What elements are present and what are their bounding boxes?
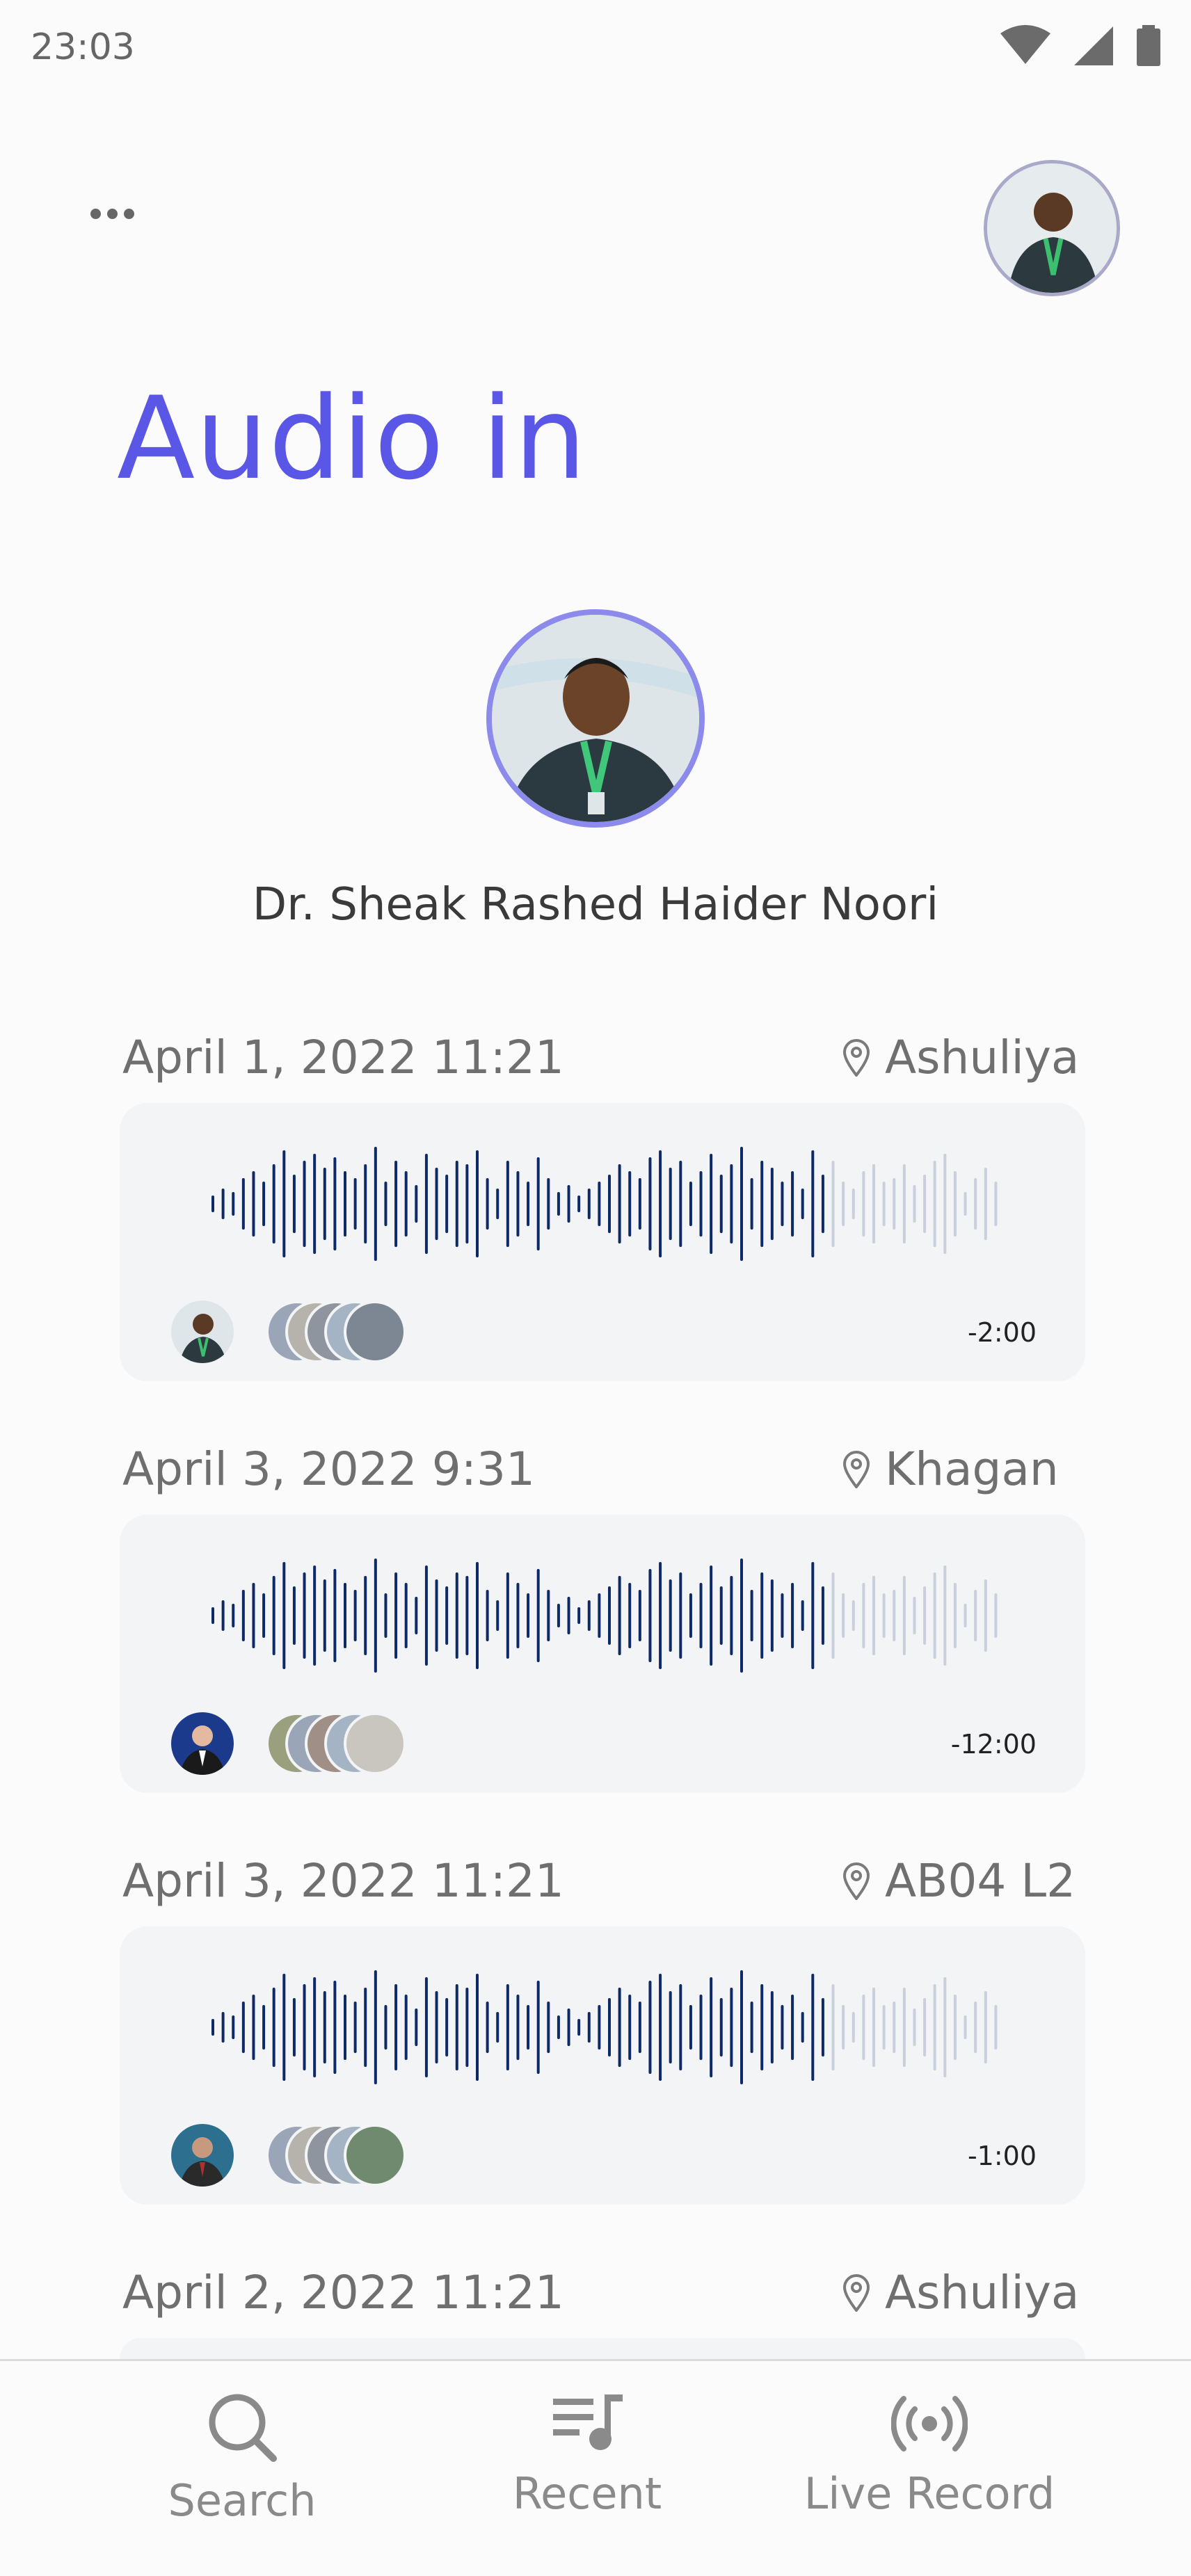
more-options-button[interactable] (90, 209, 134, 219)
nav-recent-label: Recent (512, 2468, 662, 2519)
user-avatar[interactable] (984, 160, 1120, 296)
speaker-avatar (171, 1712, 234, 1775)
audio-card[interactable]: -12:00 (120, 1515, 1085, 1793)
speaker-avatar (171, 1301, 234, 1363)
location-pin-icon (843, 1038, 870, 1077)
location-pin-icon (843, 2273, 870, 2312)
duration-remaining: -12:00 (950, 1729, 1037, 1760)
audio-card[interactable]: -2:00 (120, 1103, 1085, 1381)
participants-group (266, 1712, 406, 1775)
speaker-avatar (171, 2124, 234, 2187)
status-icons (999, 25, 1162, 67)
audio-waveform[interactable] (210, 1145, 1003, 1263)
profile-name: Dr. Sheak Rashed Haider Noori (252, 879, 939, 931)
nav-live-record-label: Live Record (804, 2468, 1055, 2519)
wifi-icon (1000, 25, 1050, 64)
location-label: Khagan (885, 1442, 1059, 1496)
battery-icon (1137, 25, 1160, 66)
audio-waveform[interactable] (210, 1556, 1003, 1675)
profile-avatar[interactable] (486, 609, 705, 828)
location-pin-icon (843, 1450, 870, 1488)
audio-card[interactable]: -1:00 (120, 1926, 1085, 2205)
location-label: Ashuliya (885, 1031, 1080, 1084)
entry-location: AB04 L2 (843, 1854, 1076, 1908)
nav-live-record[interactable]: Live Record (790, 2361, 1069, 2576)
nav-search[interactable]: Search (103, 2361, 381, 2576)
page-title: Audio in (117, 372, 587, 505)
location-label: Ashuliya (885, 2266, 1080, 2319)
entry-date: April 1, 2022 11:21 (122, 1031, 564, 1084)
participants-group (266, 1301, 406, 1363)
signal-icon (1074, 26, 1113, 65)
entry-location: Ashuliya (843, 2266, 1079, 2319)
playlist-icon (553, 2394, 623, 2450)
participants-group (266, 2124, 406, 2187)
nav-recent[interactable]: Recent (448, 2361, 726, 2576)
entry-date: April 3, 2022 11:21 (122, 1854, 564, 1908)
entry-date: April 2, 2022 11:21 (122, 2266, 564, 2319)
location-label: AB04 L2 (885, 1854, 1076, 1908)
bottom-navigation: Search Recent Live Record (0, 2359, 1191, 2576)
entry-location: Ashuliya (843, 1031, 1079, 1084)
entry-date: April 3, 2022 9:31 (122, 1442, 535, 1496)
duration-remaining: -2:00 (967, 1317, 1037, 1348)
broadcast-icon (891, 2396, 968, 2452)
audio-waveform[interactable] (210, 1968, 1003, 2086)
location-pin-icon (843, 1862, 870, 1900)
nav-search-label: Search (168, 2475, 317, 2526)
status-time: 23:03 (31, 26, 135, 68)
search-icon (209, 2394, 277, 2462)
duration-remaining: -1:00 (967, 2141, 1037, 2171)
entry-location: Khagan (843, 1442, 1059, 1496)
